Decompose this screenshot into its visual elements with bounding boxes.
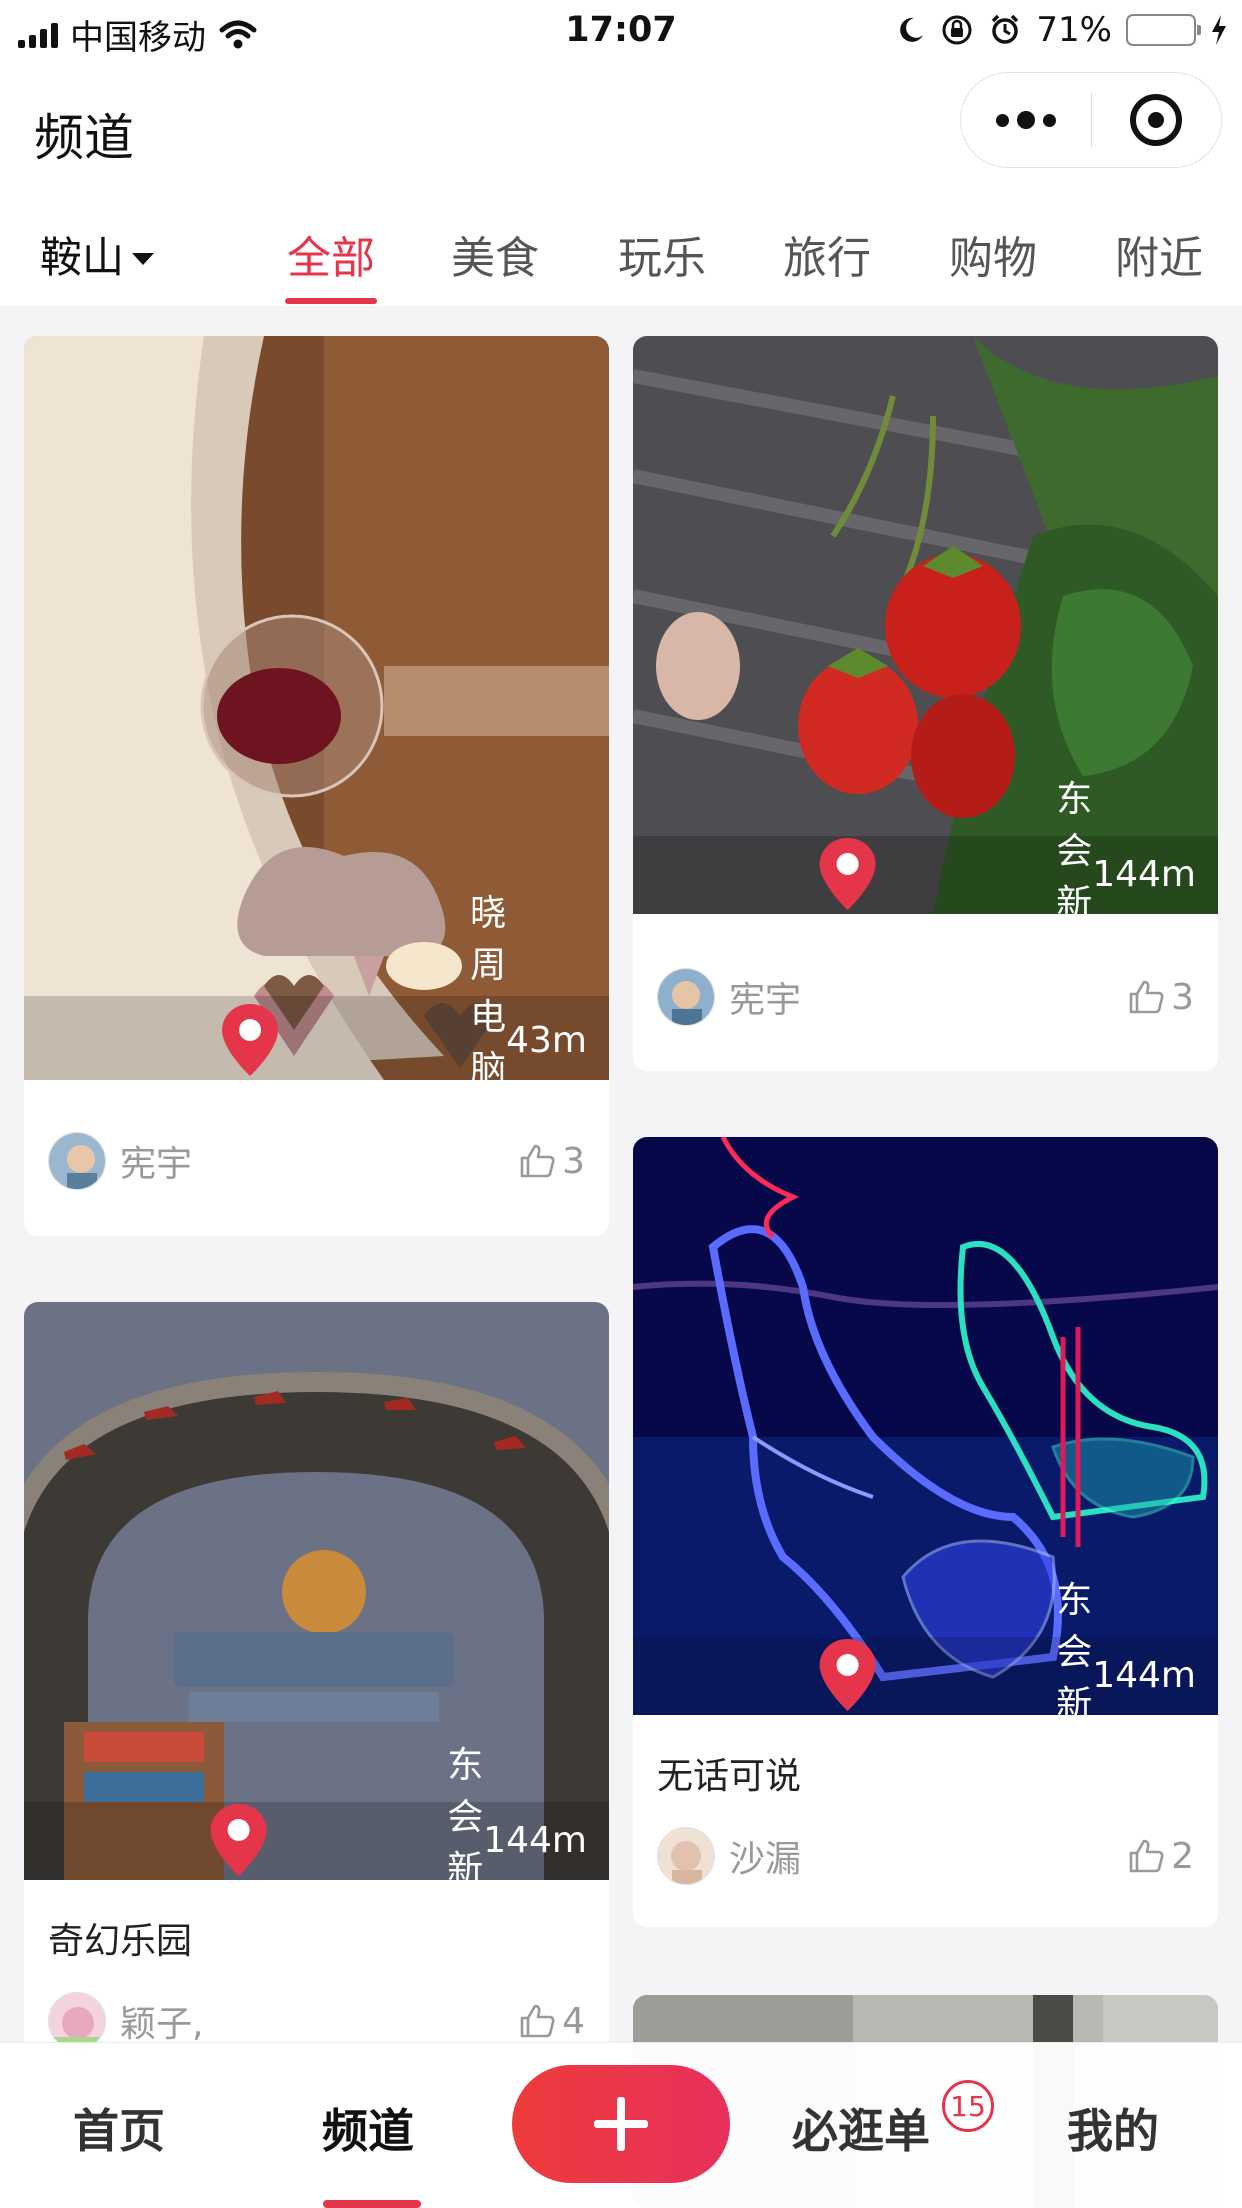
thumbs-up-icon (520, 1144, 555, 1178)
author-name[interactable]: 宪宇 (729, 971, 1127, 1023)
location-name: 东会新村 (1056, 779, 1093, 914)
author-name[interactable]: 沙漏 (729, 1830, 1127, 1882)
feed-card[interactable]: 东会新村 144m 无话可说 沙漏 2 (633, 1137, 1218, 1927)
nav-mine[interactable]: 我的 (1067, 2095, 1159, 2161)
location-row: 东会新村 144m (633, 779, 1218, 914)
caret-down-icon (132, 252, 155, 265)
category-tab-bar: 鞍山 全部 美食 玩乐 旅行 购物 附近 (0, 192, 1242, 306)
card-title: 无话可说 (657, 1756, 802, 1797)
city-selector[interactable]: 鞍山 (40, 224, 155, 285)
thumbs-up-icon (1129, 1839, 1164, 1873)
card-photo: 东会新村 144m (24, 1302, 609, 1880)
page-title: 频道 (34, 109, 134, 167)
location-distance: 144m (1092, 1654, 1196, 1696)
feed-card[interactable]: 东会新村 144m 奇幻乐园 颖子, 4 (24, 1302, 609, 2062)
like-button[interactable]: 3 (1127, 977, 1194, 1018)
tab-all[interactable]: 全部 (287, 222, 375, 286)
battery-percent: 71% (1036, 10, 1112, 50)
location-pin-icon (819, 838, 876, 910)
orientation-lock-icon (942, 15, 972, 45)
like-button[interactable]: 2 (1127, 1836, 1194, 1877)
location-pin-icon (210, 1804, 267, 1876)
thumbs-up-icon (520, 2004, 555, 2038)
status-right: 71% (896, 10, 1228, 50)
location-name: 晓周电脑维修 (470, 893, 507, 1080)
nav-channel[interactable]: 频道 (322, 2095, 414, 2161)
like-count: 2 (1171, 1835, 1194, 1877)
like-button[interactable]: 4 (518, 2001, 585, 2042)
avatar[interactable] (48, 1992, 106, 2050)
avatar[interactable] (657, 1827, 715, 1885)
alarm-icon (992, 14, 1019, 44)
author-name[interactable]: 宪宇 (120, 1135, 518, 1187)
bottom-tab-bar: 首页 频道 必逛单 15 我的 (0, 2043, 1242, 2208)
like-count: 3 (1171, 976, 1194, 1018)
city-label: 鞍山 (40, 233, 125, 282)
target-icon (1130, 94, 1183, 146)
publish-button[interactable] (512, 2065, 730, 2183)
moon-icon (900, 17, 924, 42)
card-photo: 东会新村 144m (633, 1137, 1218, 1715)
location-row: 东会新村 144m (24, 1745, 609, 1880)
feed-card[interactable]: 晓周电脑维修 43m 宪宇 3 (24, 336, 609, 1236)
card-title: 奇幻乐园 (48, 1921, 193, 1962)
close-miniprogram-button[interactable] (1092, 72, 1222, 168)
active-tab-indicator (285, 298, 377, 304)
author-row: 沙漏 2 (657, 1827, 1194, 1885)
author-row: 宪宇 3 (48, 1132, 585, 1190)
nav-header: 频道 (0, 62, 1242, 192)
tab-play[interactable]: 玩乐 (618, 222, 706, 286)
nav-must-visit-list[interactable]: 必逛单 (792, 2095, 930, 2161)
like-button[interactable]: 3 (518, 1141, 585, 1182)
plus-icon (594, 2097, 648, 2151)
charging-icon (1212, 15, 1226, 45)
location-name: 东会新村 (447, 1745, 484, 1880)
tab-travel[interactable]: 旅行 (783, 222, 871, 286)
nav-home[interactable]: 首页 (73, 2095, 165, 2161)
card-photo: 东会新村 144m (633, 336, 1218, 914)
status-bar: 中国移动 17:07 71% (0, 0, 1242, 62)
card-photo: 晓周电脑维修 43m (24, 336, 609, 1080)
like-count: 4 (562, 2000, 585, 2042)
author-name[interactable]: 颖子, (120, 1995, 518, 2047)
author-row: 颖子, 4 (48, 1992, 585, 2050)
like-count: 3 (562, 1140, 585, 1182)
avatar[interactable] (657, 968, 715, 1026)
thumbs-up-icon (1129, 980, 1164, 1014)
tab-food[interactable]: 美食 (451, 222, 539, 286)
more-button[interactable] (961, 72, 1091, 168)
active-nav-indicator (323, 2200, 421, 2208)
location-pin-icon (222, 1004, 279, 1076)
tab-nearby[interactable]: 附近 (1115, 222, 1203, 286)
location-row: 晓周电脑维修 43m (24, 893, 609, 1080)
notification-badge: 15 (942, 2080, 994, 2132)
location-pin-icon (819, 1639, 876, 1711)
author-row: 宪宇 3 (657, 968, 1194, 1026)
feed-card[interactable]: 东会新村 144m 宪宇 3 (633, 336, 1218, 1071)
location-row: 东会新村 144m (633, 1580, 1218, 1715)
location-name: 东会新村 (1056, 1580, 1093, 1715)
location-distance: 144m (1092, 853, 1196, 895)
avatar[interactable] (48, 1132, 106, 1190)
tab-shopping[interactable]: 购物 (949, 222, 1037, 286)
location-distance: 144m (483, 1819, 587, 1861)
battery-icon (1126, 14, 1201, 46)
location-distance: 43m (506, 1019, 587, 1061)
miniprogram-capsule (960, 72, 1222, 168)
more-dots-icon (995, 111, 1056, 129)
